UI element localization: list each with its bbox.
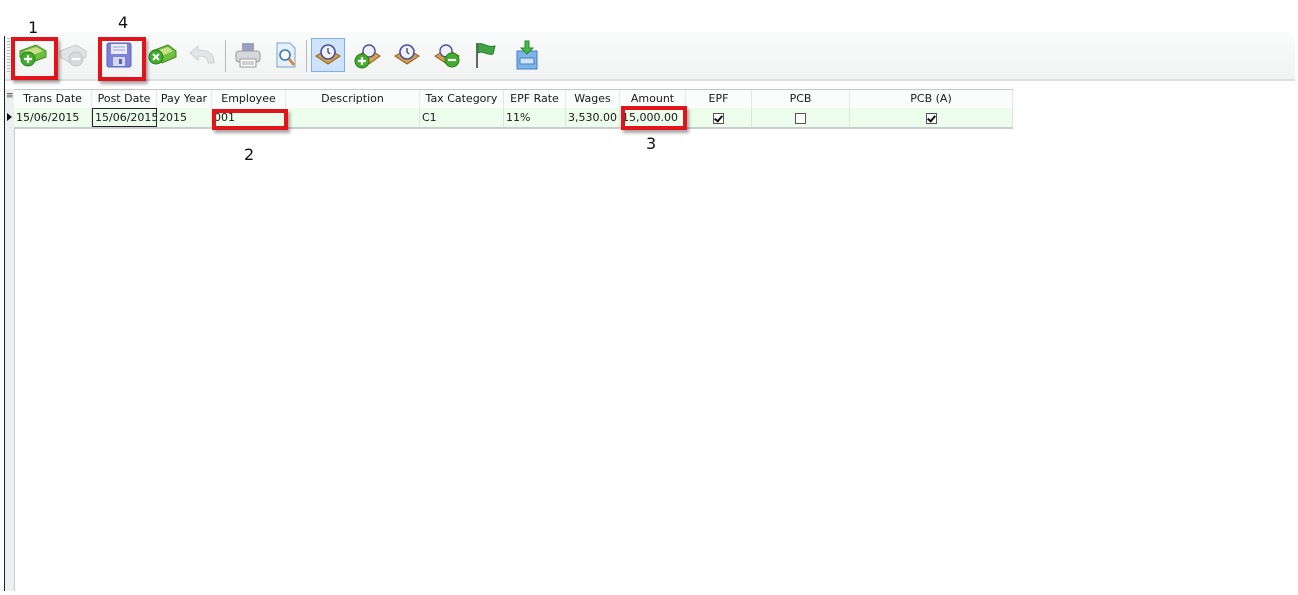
callout-number-1: 1 — [28, 18, 39, 37]
column-header-tax-category[interactable]: Tax Category — [420, 90, 504, 108]
preview-magnifier-icon — [276, 42, 296, 68]
filing-cabinet-download-icon — [516, 40, 538, 70]
edit-period-button[interactable] — [390, 38, 424, 72]
toolbar-separator — [225, 40, 226, 72]
callout-number-3: 3 — [646, 134, 657, 153]
green-flag-icon — [476, 43, 496, 68]
clock-book-icon — [394, 44, 420, 65]
table-row[interactable]: 15/06/2015 15/06/2015 2015 001 C1 11% 3,… — [14, 108, 1013, 129]
column-header-wages[interactable]: Wages — [566, 90, 620, 108]
period-button[interactable] — [311, 38, 345, 72]
cancel-button[interactable] — [145, 38, 179, 72]
toolbar — [5, 32, 1295, 81]
grid-row-indicator-column — [5, 89, 15, 591]
column-header-trans-date[interactable]: Trans Date — [14, 90, 92, 108]
cell-wages[interactable]: 3,530.00 — [566, 108, 620, 127]
cell-tax-category[interactable]: C1 — [420, 108, 504, 127]
callout-box-add-record — [11, 37, 58, 80]
cell-pcb-a — [850, 108, 1013, 127]
undo-button[interactable] — [185, 38, 219, 72]
money-remove-icon — [59, 44, 87, 67]
print-preview-button[interactable] — [269, 38, 303, 72]
post-button[interactable] — [468, 38, 502, 72]
archive-button[interactable] — [510, 38, 544, 72]
current-row-indicator-icon — [7, 113, 12, 121]
column-header-description[interactable]: Description — [286, 90, 420, 108]
clock-book-add-icon — [354, 44, 381, 69]
cell-post-date[interactable]: 15/06/2015 — [92, 108, 157, 127]
callout-number-4: 4 — [118, 13, 129, 32]
undo-arrow-icon — [189, 44, 215, 64]
callout-number-2: 2 — [244, 145, 255, 164]
column-header-epf-rate[interactable]: EPF Rate — [504, 90, 566, 108]
print-button[interactable] — [231, 38, 265, 72]
column-header-pcb[interactable]: PCB — [752, 90, 850, 108]
column-header-employee[interactable]: Employee — [212, 90, 286, 108]
callout-box-amount — [621, 106, 687, 130]
callout-box-employee — [212, 109, 288, 130]
column-header-pcb-a[interactable]: PCB (A) — [850, 90, 1013, 108]
remove-period-button[interactable] — [430, 38, 464, 72]
callout-box-save — [98, 37, 146, 81]
clock-book-remove-icon — [434, 44, 460, 68]
toolbar-separator — [306, 40, 307, 72]
printer-icon — [235, 43, 261, 68]
pcb-a-checkbox[interactable] — [925, 112, 937, 124]
column-header-post-date[interactable]: Post Date — [92, 90, 157, 108]
pcb-checkbox[interactable] — [795, 112, 806, 124]
epf-checkbox[interactable] — [713, 112, 724, 124]
money-cancel-icon — [148, 44, 177, 65]
cell-trans-date[interactable]: 15/06/2015 — [14, 108, 92, 127]
grid-header-row: Trans Date Post Date Pay Year Employee D… — [14, 89, 1013, 108]
delete-record-button[interactable] — [55, 38, 89, 72]
cell-pcb — [752, 108, 850, 127]
column-header-pay-year[interactable]: Pay Year — [157, 90, 212, 108]
column-header-epf[interactable]: EPF — [686, 90, 752, 108]
column-chooser-icon[interactable]: ≡ — [6, 91, 14, 101]
clock-book-icon — [315, 44, 341, 65]
add-period-button[interactable] — [350, 38, 384, 72]
cell-epf — [686, 108, 752, 127]
cell-pay-year[interactable]: 2015 — [157, 108, 212, 127]
cell-epf-rate[interactable]: 11% — [504, 108, 566, 127]
cell-description[interactable] — [286, 108, 420, 127]
transactions-grid: Trans Date Post Date Pay Year Employee D… — [14, 89, 1013, 129]
